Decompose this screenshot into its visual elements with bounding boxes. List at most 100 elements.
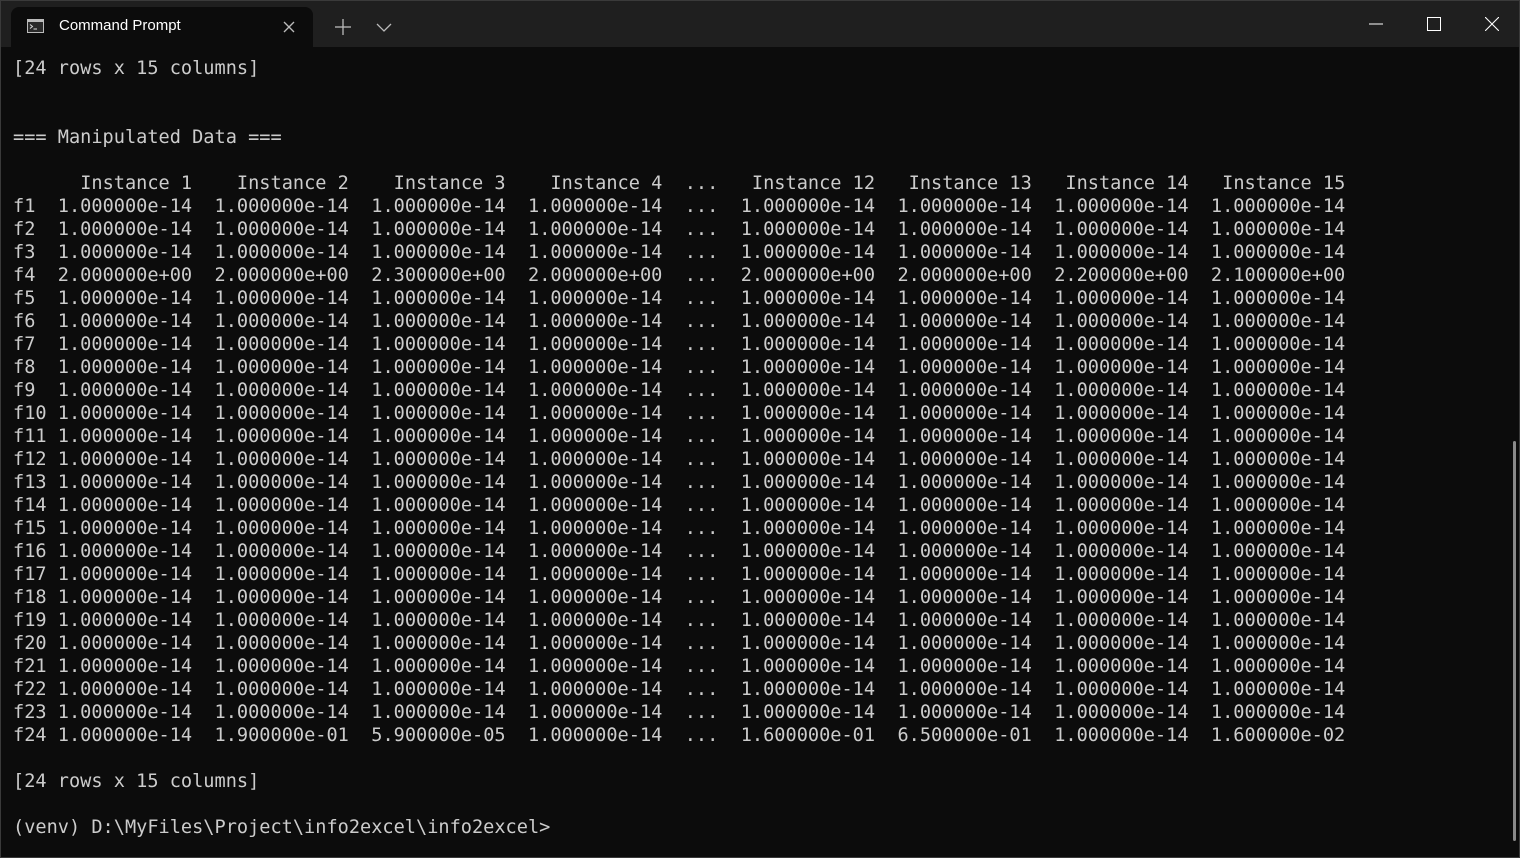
table-cell: 1.000000e-14 <box>371 311 506 332</box>
command-prompt: (venv) D:\MyFiles\Project\info2excel\inf… <box>13 817 551 838</box>
table-cell: 1.000000e-14 <box>57 587 193 608</box>
close-window-button[interactable] <box>1463 1 1520 47</box>
row-label: f19 <box>13 610 47 631</box>
table-cell: 1.000000e-14 <box>214 219 349 240</box>
table-cell: 1.000000e-14 <box>740 426 876 447</box>
table-cell: 1.000000e-14 <box>57 380 193 401</box>
table-cell: 1.000000e-14 <box>371 380 506 401</box>
table-cell: 1.000000e-14 <box>528 725 663 746</box>
table-cell: 1.000000e-14 <box>897 610 1032 631</box>
table-cell: ... <box>684 334 719 355</box>
table-row: f17 1.000000e-14 1.000000e-14 1.000000e-… <box>13 564 1345 585</box>
table-cell: 1.000000e-14 <box>897 495 1032 516</box>
table-cell: 1.000000e-14 <box>1210 679 1346 700</box>
table-row: f19 1.000000e-14 1.000000e-14 1.000000e-… <box>13 610 1345 631</box>
table-cell: 1.000000e-14 <box>1054 564 1189 585</box>
table-cell: 1.000000e-14 <box>528 403 663 424</box>
table-cell: 1.000000e-14 <box>371 541 506 562</box>
table-cell: 1.000000e-14 <box>1210 219 1346 240</box>
row-label: f8 <box>13 357 36 378</box>
table-cell: 1.000000e-14 <box>371 403 506 424</box>
table-row: f21 1.000000e-14 1.000000e-14 1.000000e-… <box>13 656 1345 677</box>
table-cell: ... <box>684 196 719 217</box>
table-cell: 1.000000e-14 <box>1210 541 1346 562</box>
table-cell: 1.000000e-14 <box>57 449 193 470</box>
table-cell: 1.000000e-14 <box>1054 242 1189 263</box>
table-row: f3 1.000000e-14 1.000000e-14 1.000000e-1… <box>13 242 1345 263</box>
table-cell: 1.000000e-14 <box>1054 196 1189 217</box>
column-header: ... <box>684 173 719 194</box>
table-cell: 1.000000e-14 <box>57 472 193 493</box>
table-cell: ... <box>684 380 719 401</box>
table-cell: 1.000000e-14 <box>528 449 663 470</box>
table-row: f9 1.000000e-14 1.000000e-14 1.000000e-1… <box>13 380 1345 401</box>
table-cell: 1.000000e-14 <box>528 633 663 654</box>
maximize-button[interactable] <box>1405 1 1463 47</box>
table-cell: 1.000000e-14 <box>528 242 663 263</box>
table-cell: 1.000000e-14 <box>214 334 349 355</box>
chevron-down-icon[interactable] <box>374 17 394 37</box>
row-label: f21 <box>13 656 47 677</box>
table-cell: 1.000000e-14 <box>1210 610 1346 631</box>
table-cell: 1.000000e-14 <box>214 357 349 378</box>
table-cell: ... <box>684 357 719 378</box>
table-cell: 1.000000e-14 <box>897 196 1032 217</box>
table-cell: 1.000000e-14 <box>57 656 193 677</box>
table-cell: ... <box>684 587 719 608</box>
table-cell: 1.000000e-14 <box>371 288 506 309</box>
minimize-button[interactable] <box>1347 1 1405 47</box>
table-cell: 1.000000e-14 <box>1054 334 1189 355</box>
table-cell: 1.000000e-14 <box>740 288 876 309</box>
table-row: f2 1.000000e-14 1.000000e-14 1.000000e-1… <box>13 219 1345 240</box>
row-label: f2 <box>13 219 36 240</box>
table-cell: 1.000000e-14 <box>1054 725 1189 746</box>
table-row: f20 1.000000e-14 1.000000e-14 1.000000e-… <box>13 633 1345 654</box>
table-cell: 1.000000e-14 <box>528 196 663 217</box>
table-cell: 1.000000e-14 <box>371 334 506 355</box>
table-cell: 1.000000e-14 <box>214 449 349 470</box>
table-cell: 1.000000e-14 <box>740 472 876 493</box>
table-cell: 1.000000e-14 <box>528 288 663 309</box>
row-label: f18 <box>13 587 47 608</box>
table-cell: 1.000000e-14 <box>214 311 349 332</box>
row-label: f17 <box>13 564 47 585</box>
column-header: Instance 4 <box>550 173 663 194</box>
table-cell: 1.000000e-14 <box>897 242 1032 263</box>
table-cell: 1.000000e-14 <box>528 656 663 677</box>
table-cell: 1.000000e-14 <box>740 380 876 401</box>
table-cell: ... <box>684 403 719 424</box>
table-cell: 1.000000e-14 <box>897 334 1032 355</box>
tab-command-prompt[interactable]: Command Prompt <box>11 7 313 47</box>
close-icon[interactable] <box>281 19 297 35</box>
table-cell: 2.000000e+00 <box>528 265 663 286</box>
table-cell: 2.000000e+00 <box>740 265 876 286</box>
row-label: f15 <box>13 518 47 539</box>
table-cell: 1.000000e-14 <box>1054 449 1189 470</box>
table-cell: 1.000000e-14 <box>1054 288 1189 309</box>
table-cell: 1.000000e-14 <box>214 288 349 309</box>
summary-line: [24 rows x 15 columns] <box>13 771 260 792</box>
table-cell: 1.000000e-14 <box>897 679 1032 700</box>
table-cell: 1.000000e-14 <box>897 426 1032 447</box>
summary-line: [24 rows x 15 columns] <box>13 58 260 79</box>
table-cell: 1.000000e-14 <box>371 633 506 654</box>
table-cell: ... <box>684 518 719 539</box>
table-cell: 1.000000e-14 <box>371 357 506 378</box>
table-cell: 1.000000e-14 <box>897 702 1032 723</box>
console-output[interactable]: [24 rows x 15 columns] === Manipulated D… <box>13 57 1503 851</box>
table-row: f13 1.000000e-14 1.000000e-14 1.000000e-… <box>13 472 1345 493</box>
table-cell: 2.100000e+00 <box>1210 265 1346 286</box>
table-cell: 1.000000e-14 <box>214 633 349 654</box>
table-cell: 1.000000e-14 <box>528 357 663 378</box>
table-cell: 1.000000e-14 <box>214 564 349 585</box>
table-cell: 1.000000e-14 <box>897 357 1032 378</box>
table-cell: 1.000000e-14 <box>371 679 506 700</box>
plus-icon[interactable] <box>331 15 355 39</box>
table-cell: 1.000000e-14 <box>897 403 1032 424</box>
row-label: f12 <box>13 449 47 470</box>
table-cell: 1.000000e-14 <box>1054 219 1189 240</box>
table-cell: ... <box>684 725 719 746</box>
table-cell: 1.000000e-14 <box>371 518 506 539</box>
table-cell: 1.000000e-14 <box>740 564 876 585</box>
scrollbar[interactable] <box>1513 441 1516 841</box>
